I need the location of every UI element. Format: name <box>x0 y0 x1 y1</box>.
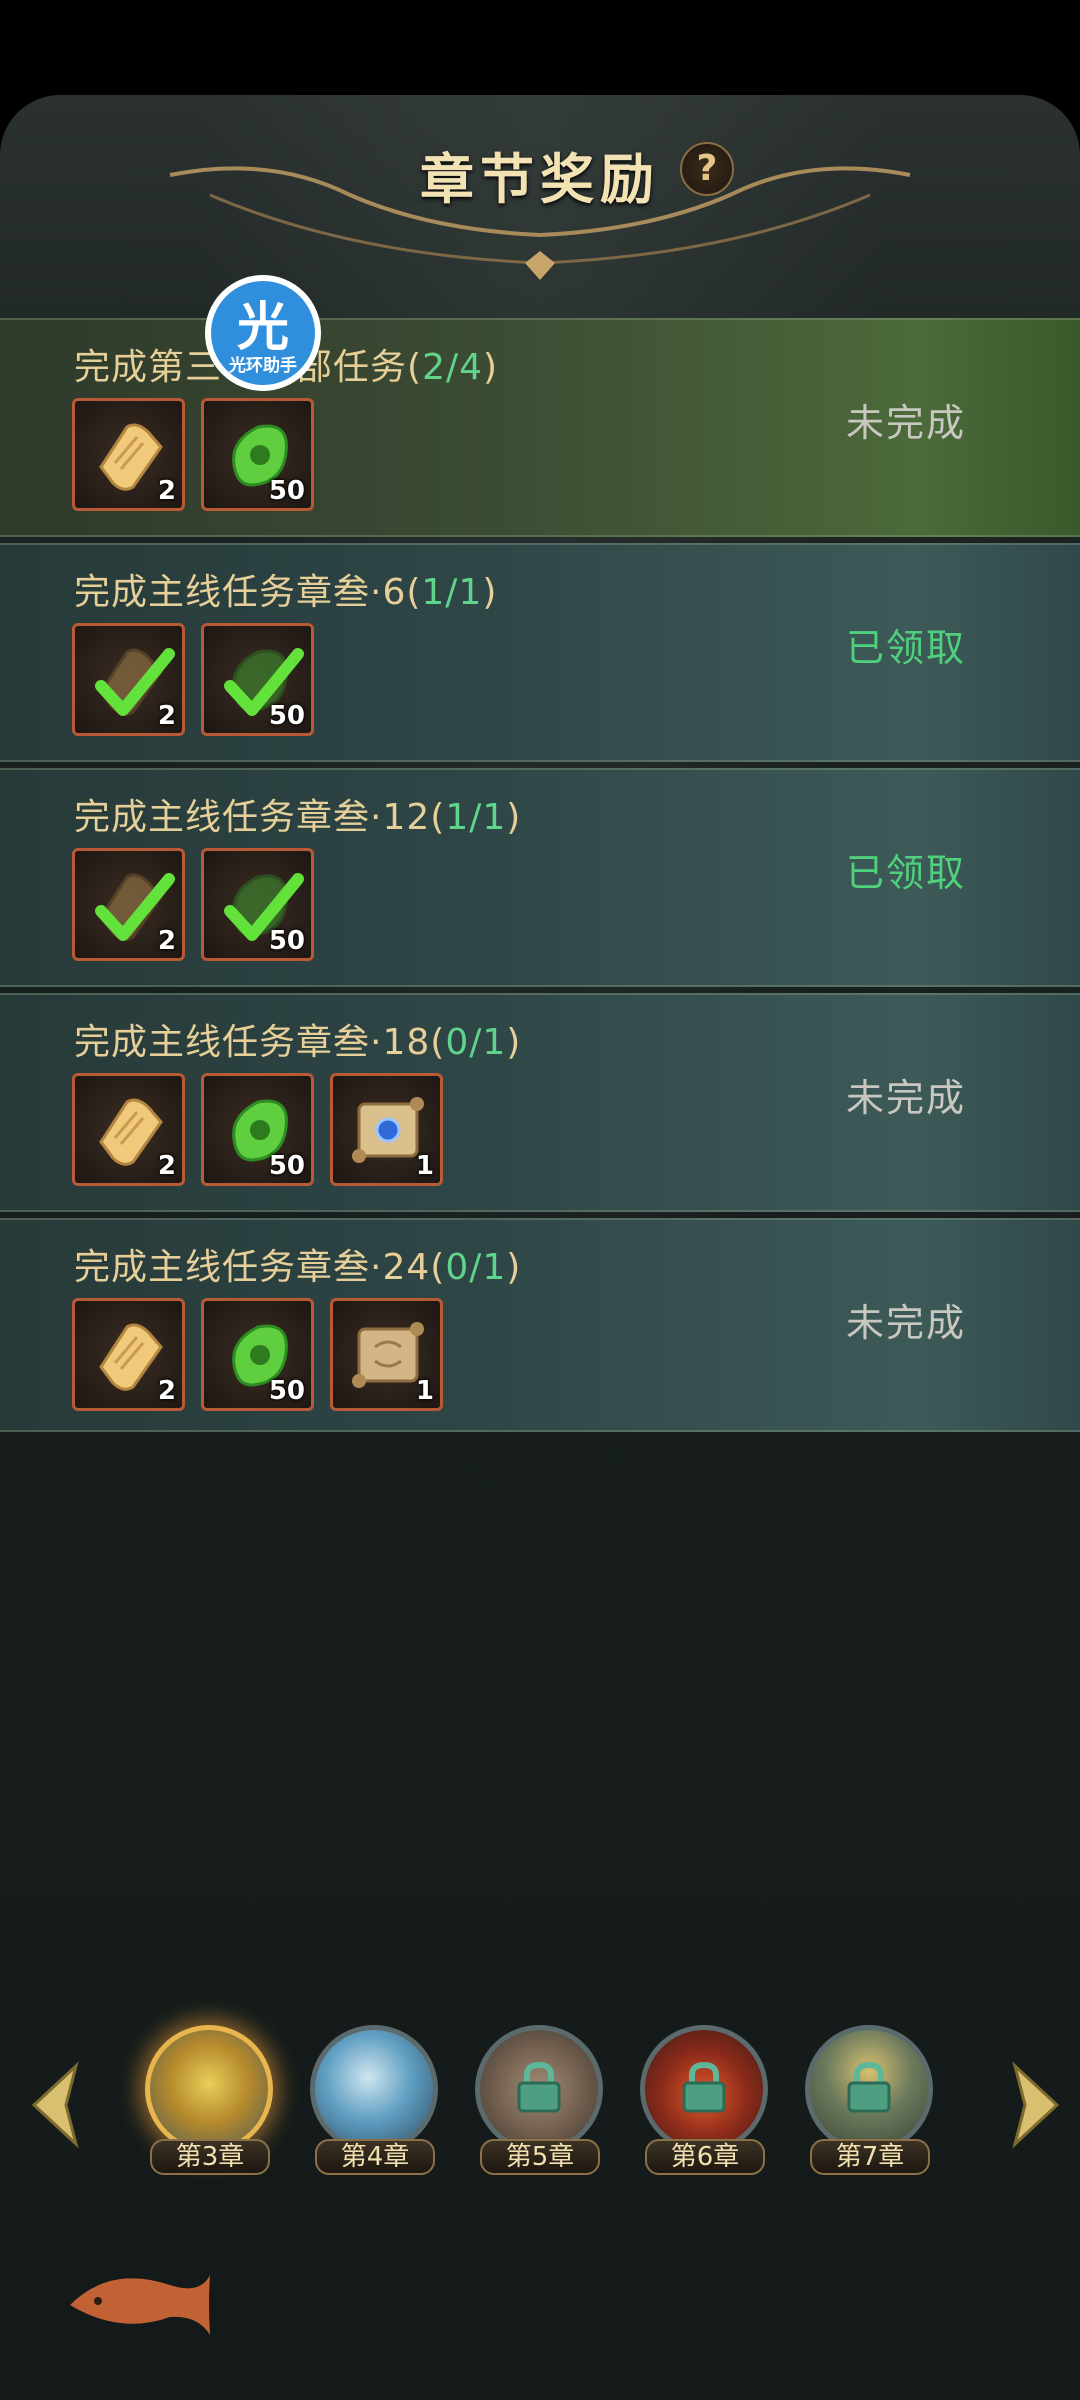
chapter-thumbnail <box>145 2025 273 2153</box>
chapter-tab-4[interactable]: 第4章 <box>310 2025 440 2185</box>
chapter-label: 第4章 <box>315 2139 435 2175</box>
lock-icon <box>682 2061 726 2113</box>
item-quantity: 2 <box>157 701 176 731</box>
koi-fish-decoration-icon <box>70 2275 210 2335</box>
status-label: 未完成 <box>845 1301 966 1345</box>
chapter-label: 第5章 <box>480 2139 600 2175</box>
chevron-right-icon[interactable] <box>1005 2060 1065 2150</box>
chapter-tab-6[interactable]: 第6章 <box>640 2025 770 2185</box>
task-label: 完成主线任务章叁·6(1/1) <box>74 572 498 613</box>
item-quantity: 2 <box>157 926 176 956</box>
item-quantity: 50 <box>268 1376 305 1406</box>
reward-item[interactable]: 2 <box>72 848 185 961</box>
reward-item[interactable]: 2 <box>72 1298 185 1411</box>
status-label: 已领取 <box>845 626 966 670</box>
assistant-logo-char: 光 <box>236 298 289 358</box>
task-label: 完成主线任务章叁·24(0/1) <box>74 1247 522 1288</box>
reward-item[interactable]: 50 <box>201 623 314 736</box>
reward-item[interactable]: 1 <box>330 1298 443 1411</box>
item-quantity: 1 <box>415 1376 434 1406</box>
status-label: 未完成 <box>845 401 966 445</box>
chapter-tab-5[interactable]: 第5章 <box>475 2025 605 2185</box>
item-quantity: 2 <box>157 1151 176 1181</box>
reward-item[interactable]: 2 <box>72 1073 185 1186</box>
reward-item[interactable]: 50 <box>201 1073 314 1186</box>
lock-icon <box>517 2061 561 2113</box>
page-title: 章节奖励 <box>420 147 660 211</box>
help-icon[interactable]: ? <box>680 142 734 196</box>
item-quantity: 2 <box>157 1376 176 1406</box>
chapter-label: 第7章 <box>810 2139 930 2175</box>
chapter-selector: 第3章 第4章 第5章 第6章 第7章 <box>0 2010 1080 2190</box>
item-quantity: 50 <box>268 1151 305 1181</box>
lock-icon <box>847 2061 891 2113</box>
status-label: 已领取 <box>845 851 966 895</box>
item-quantity: 50 <box>268 701 305 731</box>
assistant-label: 光环助手 <box>229 356 297 376</box>
reward-item[interactable]: 50 <box>201 398 314 511</box>
assistant-floating-button[interactable]: 光 光环助手 <box>205 275 321 391</box>
chapter-thumbnail <box>310 2025 438 2153</box>
reward-item[interactable]: 1 <box>330 1073 443 1186</box>
task-row: 完成主线任务章叁·6(1/1) 2 50 已领取 <box>0 543 1080 762</box>
reward-item[interactable]: 50 <box>201 848 314 961</box>
item-quantity: 2 <box>157 476 176 506</box>
reward-item[interactable]: 2 <box>72 623 185 736</box>
reward-item[interactable]: 50 <box>201 1298 314 1411</box>
status-label: 未完成 <box>845 1076 966 1120</box>
item-quantity: 50 <box>268 476 305 506</box>
reward-item[interactable]: 2 <box>72 398 185 511</box>
chapter-label: 第6章 <box>645 2139 765 2175</box>
chevron-left-icon[interactable] <box>26 2060 86 2150</box>
task-label: 完成主线任务章叁·12(1/1) <box>74 797 522 838</box>
task-row: 完成主线任务章叁·18(0/1) 2 50 1 未完成 <box>0 993 1080 1212</box>
task-label: 完成主线任务章叁·18(0/1) <box>74 1022 522 1063</box>
task-row: 完成主线任务章叁·24(0/1) 2 50 1 未完成 <box>0 1218 1080 1432</box>
task-row: 完成第三章全部任务(2/4) 2 50 未完成 <box>0 318 1080 537</box>
chapter-label: 第3章 <box>150 2139 270 2175</box>
item-quantity: 1 <box>415 1151 434 1181</box>
task-row: 完成主线任务章叁·12(1/1) 2 50 已领取 <box>0 768 1080 987</box>
chapter-tab-3[interactable]: 第3章 <box>145 2025 275 2185</box>
chapter-tab-7[interactable]: 第7章 <box>805 2025 935 2185</box>
item-quantity: 50 <box>268 926 305 956</box>
